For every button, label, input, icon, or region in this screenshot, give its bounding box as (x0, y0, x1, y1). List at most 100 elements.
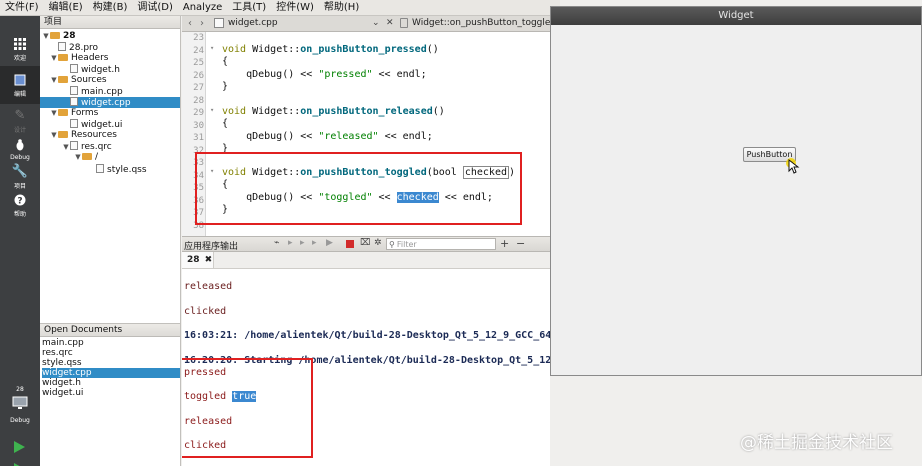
pen-icon: ✎ (14, 107, 26, 123)
rerun-icon[interactable]: ▸ (288, 238, 293, 248)
menu-tools[interactable]: 工具(T) (227, 0, 271, 16)
fold-arrow-icon[interactable]: ▾ (210, 44, 214, 52)
qss-file-icon (96, 164, 104, 173)
mode-selector: 欢迎 编辑 ✎ 设计 Debug 🔧 项目 ? 帮助 28 Debug (0, 16, 40, 466)
open-document-item[interactable]: widget.ui (42, 388, 180, 398)
project-panel: 项目 ▼ 28 28.pro ▼ Headers widget.h ▼ Sources… (40, 16, 181, 323)
clear-icon[interactable]: ⌧ (360, 238, 370, 248)
close-icon[interactable]: ✕ (386, 18, 394, 28)
mode-help[interactable]: ? 帮助 (0, 186, 40, 224)
expand-arrow-icon[interactable]: ▼ (50, 75, 58, 86)
filter-input[interactable]: ⚲ Filter (386, 238, 496, 250)
output-tab-label: 28 (187, 255, 200, 265)
tree-item-selected[interactable]: widget.cpp (40, 97, 180, 108)
tree-item[interactable]: ▼ Sources (40, 75, 180, 86)
file-icon (58, 42, 66, 51)
mode-edit[interactable]: 编辑 (0, 66, 40, 104)
open-documents-header: Open Documents (40, 324, 180, 337)
editor-toolbar: ‹ › widget.cpp ⌄ ✕ Widget::on_pushButton… (182, 16, 574, 32)
menu-edit[interactable]: 编辑(E) (44, 0, 88, 16)
kit-name: 28 (16, 386, 24, 393)
folder-icon (58, 76, 68, 83)
line-number: 27 (193, 83, 204, 93)
forward-arrow-icon[interactable]: › (200, 18, 204, 29)
open-document-item[interactable]: res.qrc (42, 348, 180, 358)
settings-icon[interactable]: ✲ (374, 238, 382, 248)
tree-item[interactable]: 28.pro (40, 42, 180, 53)
step-icon[interactable]: ▸ (300, 238, 305, 248)
output-tab[interactable]: 28 ✖ (182, 252, 214, 268)
help-icon: ? (13, 193, 27, 207)
code-line: qDebug() << "released" << endl; (222, 131, 433, 142)
folder-icon (58, 131, 68, 138)
stop-icon[interactable] (346, 240, 354, 248)
debug-run-button[interactable] (12, 462, 26, 466)
expand-arrow-icon[interactable]: ▼ (42, 31, 50, 42)
run-button[interactable] (12, 440, 26, 457)
back-arrow-icon[interactable]: ‹ (188, 18, 192, 29)
minus-icon[interactable]: − (516, 237, 525, 250)
open-document-item[interactable]: main.cpp (42, 338, 180, 348)
application-output[interactable]: released clicked 16:03:21: /home/aliente… (182, 269, 550, 466)
menu-debug[interactable]: 调试(D) (132, 0, 178, 16)
close-icon[interactable]: ✖ (205, 255, 213, 265)
plus-icon[interactable]: + (500, 237, 509, 250)
tree-item[interactable]: ▼ Resources (40, 130, 180, 141)
output-line: released (184, 281, 233, 292)
svg-text:?: ? (17, 196, 22, 206)
expand-arrow-icon[interactable]: ▼ (50, 53, 58, 64)
open-document-item[interactable]: widget.h (42, 378, 180, 388)
tree-item[interactable]: ▼ 28 (40, 31, 180, 42)
open-document-item-selected[interactable]: widget.cpp (42, 368, 180, 378)
code-line: void Widget::on_pushButton_released() (222, 106, 445, 117)
tree-item[interactable]: style.qss (40, 164, 180, 175)
tree-item[interactable]: main.cpp (40, 86, 180, 97)
file-tab[interactable]: widget.cpp (228, 18, 278, 28)
annotation-box (195, 152, 522, 225)
run-small-icon[interactable]: ▶ (326, 238, 333, 248)
tree-item[interactable]: widget.ui (40, 119, 180, 130)
tree-item[interactable]: widget.h (40, 64, 180, 75)
tree-item[interactable]: ▼ Forms (40, 108, 180, 119)
output-tabbar: 28 ✖ (182, 252, 550, 269)
mode-welcome[interactable]: 欢迎 (0, 30, 40, 68)
attach-icon[interactable]: ⌁ (274, 238, 279, 248)
folder-icon (82, 153, 92, 160)
monitor-icon (12, 396, 28, 413)
project-panel-header: 项目 (40, 16, 180, 29)
mode-label: 欢迎 (13, 54, 26, 62)
filter-placeholder: Filter (396, 239, 417, 249)
open-document-item[interactable]: style.qss (42, 358, 180, 368)
expand-arrow-icon[interactable]: ▼ (74, 152, 82, 163)
line-number: 28 (193, 96, 204, 106)
menu-help[interactable]: 帮助(H) (319, 0, 364, 16)
tree-item[interactable]: ▼ Headers (40, 53, 180, 64)
expand-arrow-icon[interactable]: ▼ (50, 130, 58, 141)
widget-window-title[interactable]: Widget (551, 7, 921, 25)
output-line: clicked (184, 306, 227, 317)
menu-build[interactable]: 构建(B) (88, 0, 133, 16)
tree-item[interactable]: ▼ / (40, 152, 180, 163)
code-line: qDebug() << "pressed" << endl; (222, 69, 427, 80)
file-icon (214, 18, 224, 28)
debug-step-icon[interactable]: ▸ (312, 238, 317, 248)
expand-arrow-icon[interactable]: ▼ (50, 108, 58, 119)
folder-icon (58, 109, 68, 116)
fold-arrow-icon[interactable]: ▾ (210, 106, 214, 114)
open-documents-title: Open Documents (44, 325, 123, 335)
code-line: { (222, 56, 229, 67)
menu-widgets[interactable]: 控件(W) (271, 0, 319, 16)
file-dropdown-icon[interactable]: ⌄ (372, 18, 380, 28)
code-editor[interactable]: 23 24 25 26 27 28 29 30 31 32 33 34 35 3… (182, 32, 550, 236)
menu-analyze[interactable]: Analyze (178, 0, 227, 16)
bug-icon (13, 138, 27, 152)
line-number: 23 (193, 33, 204, 43)
menu-file[interactable]: 文件(F) (0, 0, 44, 16)
kit-selector[interactable]: Debug (0, 396, 40, 430)
project-panel-title: 项目 (44, 17, 63, 27)
tree-item[interactable]: ▼ res.qrc (40, 141, 180, 152)
open-documents-panel: Open Documents main.cpp res.qrc style.qs… (40, 323, 181, 466)
search-icon: ⚲ (389, 239, 395, 249)
watermark: @稀土掘金技术社区 (740, 433, 893, 453)
project-folder-icon (50, 32, 60, 39)
